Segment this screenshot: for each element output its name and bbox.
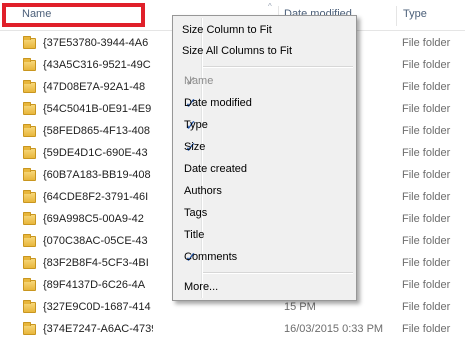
file-name: {60B7A183-BB19-408: [43, 169, 151, 181]
file-type: File folder: [402, 59, 451, 71]
menu-item-authors[interactable]: Authors: [175, 181, 355, 203]
menu-item-label: Comments: [184, 251, 238, 263]
menu-item-tags[interactable]: Tags: [175, 203, 355, 225]
file-row[interactable]: {374E7247-A6AC-4739-0E7F-E7CEEFCAQ20 16/0…: [0, 319, 465, 341]
name-header-highlight-box: [2, 3, 145, 27]
menu-item-size-column-to-fit[interactable]: Size Column to Fit: [175, 20, 355, 42]
menu-item-date-modified[interactable]: ✓ Date modified: [175, 93, 355, 115]
folder-icon: [23, 256, 36, 269]
file-type: File folder: [402, 301, 451, 313]
sort-caret-icon: ^: [268, 2, 272, 11]
file-name: {58FED865-4F13-408: [43, 125, 151, 137]
file-name: {64CDE8F2-3791-46I: [43, 191, 149, 203]
file-name: {69A998C5-00A9-42: [43, 213, 144, 225]
folder-icon: [23, 124, 36, 137]
file-type: File folder: [402, 191, 451, 203]
menu-item-label: Date created: [184, 163, 247, 175]
file-type: File folder: [402, 37, 451, 49]
menu-item-label: Title: [184, 229, 205, 241]
file-type: File folder: [402, 169, 451, 181]
file-type: File folder: [402, 279, 451, 291]
menu-item-date-created[interactable]: Date created: [175, 159, 355, 181]
folder-icon: [23, 36, 36, 49]
file-name: {47D08E7A-92A1-48: [43, 81, 146, 93]
menu-item-more[interactable]: More...: [175, 277, 355, 299]
file-name: {89F4137D-6C26-4A: [43, 279, 146, 291]
folder-icon: [23, 80, 36, 93]
file-date: 16/03/2015 0:33 PM: [284, 323, 384, 335]
folder-icon: [23, 322, 36, 335]
menu-item-type[interactable]: ✓ Type: [175, 115, 355, 137]
menu-item-label: Size All Columns to Fit: [182, 45, 293, 57]
menu-item-label: Date modified: [184, 97, 252, 109]
file-type: File folder: [402, 147, 451, 159]
menu-item-title[interactable]: Title: [175, 225, 355, 247]
menu-item-comments[interactable]: ✓ Comments: [175, 247, 355, 269]
menu-item-label: Tags: [184, 207, 208, 219]
file-name: {59DE4D1C-690E-43: [43, 147, 148, 159]
menu-item-name: ✓ Name: [175, 71, 355, 93]
menu-item-label: Name: [184, 75, 214, 87]
file-date: 15 PM: [284, 301, 316, 313]
file-name: {374E7247-A6AC-4739-0E7F-E7CEEFCAQ20: [43, 323, 153, 335]
folder-icon: [23, 58, 36, 71]
file-name: {070C38AC-05CE-43: [43, 235, 148, 247]
menu-item-label: Size: [184, 141, 206, 153]
menu-separator: [203, 66, 353, 68]
file-name: {83F2B8F4-5CF3-4BI: [43, 257, 149, 269]
folder-icon: [23, 234, 36, 247]
column-separator[interactable]: [396, 6, 397, 26]
folder-icon: [23, 146, 36, 159]
menu-item-size-all-columns-to-fit[interactable]: Size All Columns to Fit: [175, 41, 355, 63]
menu-item-size[interactable]: ✓ Size: [175, 137, 355, 159]
file-name: {37E53780-3944-4A6: [43, 37, 149, 49]
folder-icon: [23, 300, 36, 313]
menu-item-label: Authors: [184, 185, 222, 197]
menu-separator: [203, 272, 353, 274]
file-name: {327E9C0D-1687-414: [43, 301, 151, 313]
file-name: {43A5C316-9521-49C: [43, 59, 151, 71]
folder-icon: [23, 212, 36, 225]
folder-icon: [23, 278, 36, 291]
menu-item-label: More...: [184, 281, 219, 293]
file-type: File folder: [402, 103, 451, 115]
menu-item-label: Size Column to Fit: [182, 24, 272, 36]
file-type: File folder: [402, 81, 451, 93]
file-type: File folder: [402, 235, 451, 247]
file-type: File folder: [402, 213, 451, 225]
column-context-menu: Size Column to Fit Size All Columns to F…: [172, 15, 357, 301]
file-name: {54C5041B-0E91-4E9: [43, 103, 152, 115]
folder-icon: [23, 102, 36, 115]
column-header-type[interactable]: Type: [403, 8, 427, 20]
folder-icon: [23, 168, 36, 181]
folder-icon: [23, 190, 36, 203]
menu-item-label: Type: [184, 119, 208, 131]
file-type: File folder: [402, 257, 451, 269]
file-type: File folder: [402, 125, 451, 137]
file-type: File folder: [402, 323, 451, 335]
